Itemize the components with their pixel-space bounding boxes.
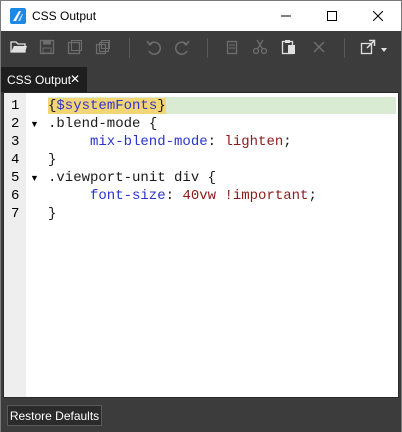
redo-icon (173, 39, 191, 58)
code-token: font-size (90, 188, 166, 204)
code-token: } (157, 98, 166, 114)
code-token: lighten (224, 134, 284, 150)
line-number: 3 (11, 134, 20, 150)
code-editor[interactable]: 1 2 3 4 5 6 7 ▼ ▼ {$systemFonts} .blend-… (3, 92, 399, 398)
open-folder-icon (10, 39, 28, 58)
line-number: 6 (11, 188, 20, 204)
copy-icon (224, 39, 240, 58)
open-button[interactable] (7, 36, 31, 60)
export-icon (360, 39, 376, 58)
fold-toggle-icon[interactable]: ▼ (30, 115, 39, 133)
code-token: 40vw !important (182, 188, 309, 204)
line-number: 2 (11, 116, 20, 132)
delete-button[interactable] (307, 36, 331, 60)
code-line-4: } (48, 151, 56, 169)
line-number: 1 (11, 98, 20, 114)
line-number: 7 (11, 206, 20, 222)
fold-toggle-icon[interactable]: ▼ (30, 169, 39, 187)
maximize-icon (327, 11, 337, 21)
code-token: } (48, 152, 57, 168)
line-number: 4 (11, 152, 20, 168)
undo-icon (145, 39, 163, 58)
code-line-6: font-size: 40vw !important; (90, 187, 317, 205)
save-button[interactable] (35, 36, 59, 60)
code-token: ; (308, 188, 317, 204)
maximize-button[interactable] (309, 1, 355, 31)
save-as-icon (67, 39, 83, 58)
code-line-3: mix-blend-mode: lighten; (90, 133, 292, 151)
redo-button[interactable] (170, 36, 194, 60)
code-token: : (165, 188, 183, 204)
window-title: CSS Output (32, 9, 97, 23)
minimize-button[interactable] (263, 1, 309, 31)
code-token: } (48, 206, 57, 222)
copy-button[interactable] (220, 36, 244, 60)
code-token: $systemFonts (56, 98, 158, 114)
code-line-5: .viewport-unit div { (48, 169, 216, 187)
code-line-1: {$systemFonts} (48, 97, 166, 115)
tab-css-output[interactable]: CSS Output ✕ (1, 67, 87, 92)
dropdown-arrow-icon (381, 41, 387, 55)
cut-icon (252, 39, 268, 58)
export-dropdown-button[interactable] (377, 36, 391, 60)
close-icon (373, 11, 383, 21)
toolbar-separator (344, 38, 345, 58)
save-all-icon (95, 39, 111, 58)
bottom-bar: Restore Defaults (1, 399, 401, 432)
tab-close-icon[interactable]: ✕ (70, 72, 80, 86)
paste-icon (281, 39, 297, 58)
code-token: mix-blend-mode (90, 134, 208, 150)
app-logo-icon (10, 8, 26, 24)
code-line-7: } (48, 205, 56, 223)
tab-strip: CSS Output ✕ (1, 65, 401, 92)
title-bar[interactable]: CSS Output (1, 1, 401, 31)
code-token: .blend-mode { (48, 116, 158, 132)
css-output-window: CSS Output CSS Output ✕ 1 2 3 4 5 6 7 ▼ … (0, 0, 402, 432)
close-window-button[interactable] (355, 1, 401, 31)
delete-icon (312, 40, 326, 57)
tab-label: CSS Output (7, 73, 72, 87)
toolbar-separator (129, 38, 130, 58)
minimize-icon (281, 11, 291, 21)
restore-defaults-button[interactable]: Restore Defaults (7, 405, 102, 426)
cut-button[interactable] (248, 36, 272, 60)
save-all-button[interactable] (91, 36, 115, 60)
code-token: .viewport-unit div { (48, 170, 217, 186)
undo-button[interactable] (142, 36, 166, 60)
save-icon (39, 39, 55, 58)
code-token: : (207, 134, 225, 150)
line-number: 5 (11, 170, 20, 186)
code-token: ; (283, 134, 292, 150)
toolbar (1, 31, 401, 65)
code-line-2: .blend-mode { (48, 115, 157, 133)
toolbar-separator (207, 38, 208, 58)
save-as-button[interactable] (63, 36, 87, 60)
paste-button[interactable] (277, 36, 301, 60)
editor-frame: 1 2 3 4 5 6 7 ▼ ▼ {$systemFonts} .blend-… (1, 92, 401, 399)
